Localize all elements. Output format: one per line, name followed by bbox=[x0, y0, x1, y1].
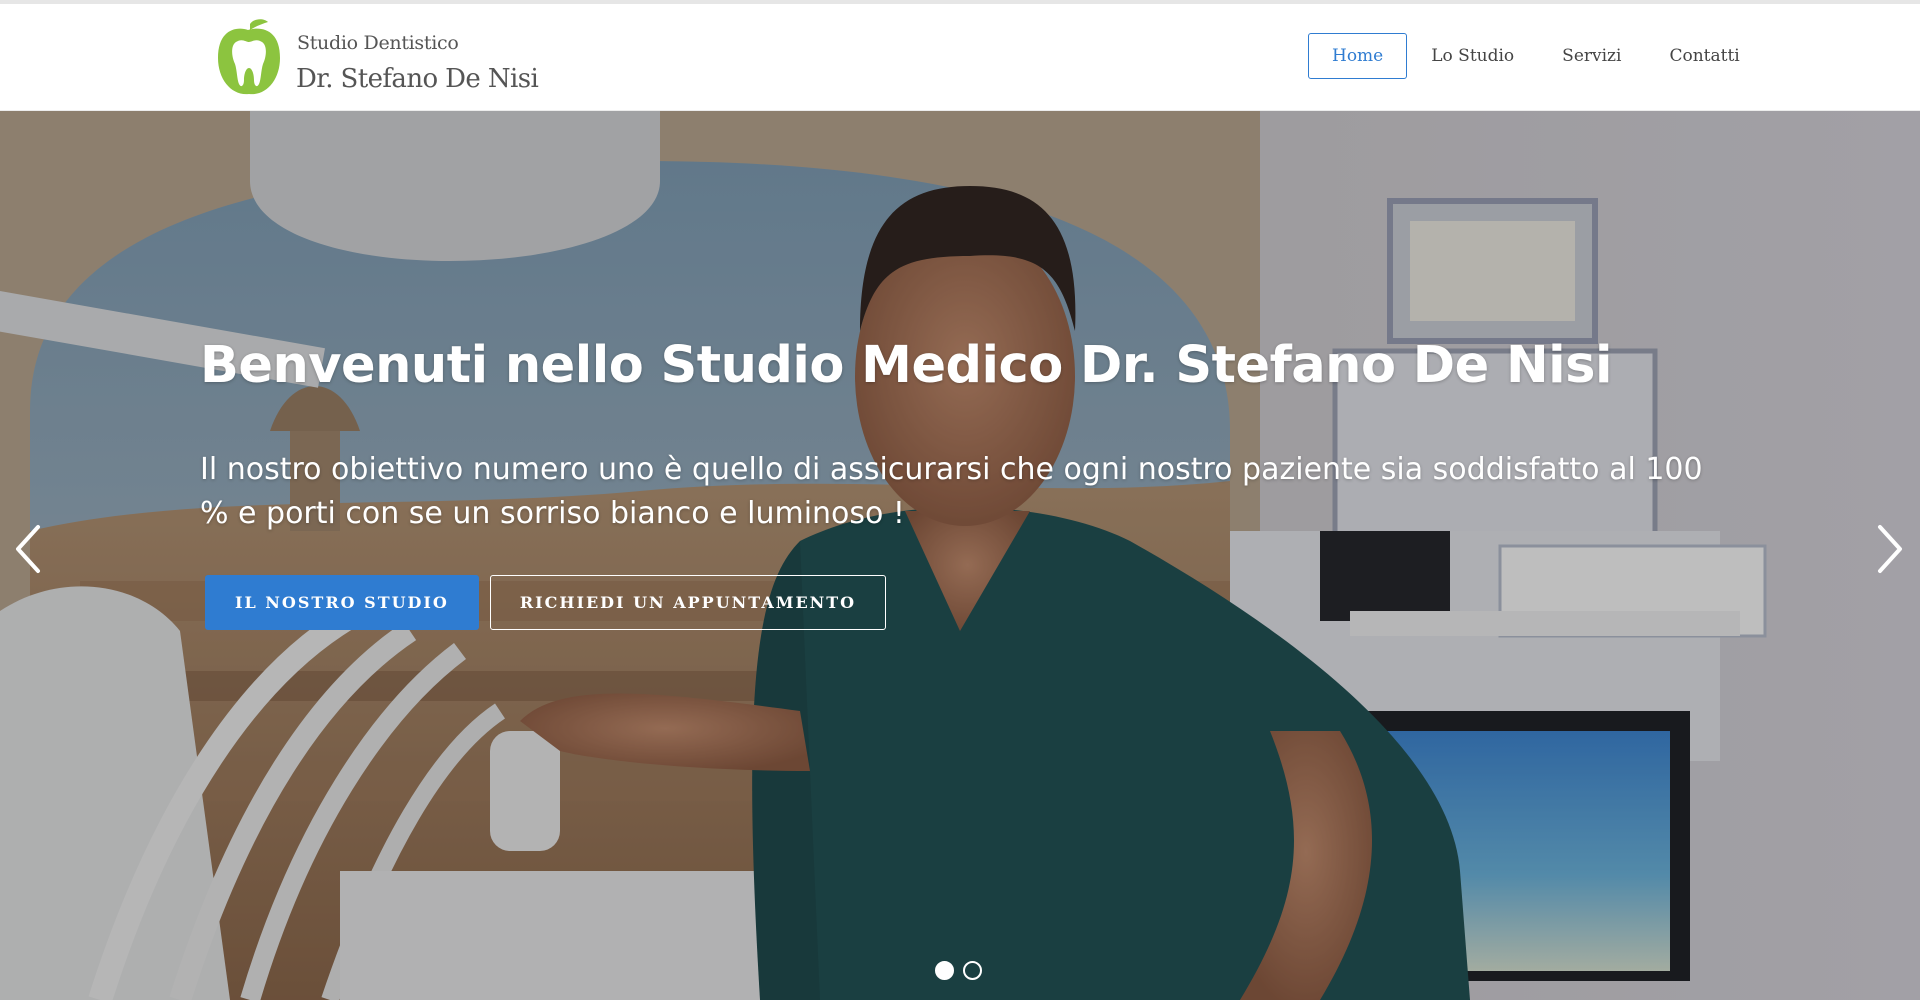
hero-title: Benvenuti nello Studio Medico Dr. Stefan… bbox=[200, 336, 1612, 395]
hero-overlay bbox=[0, 111, 1920, 1000]
slider-pagination bbox=[935, 961, 991, 980]
slide-dot-2[interactable] bbox=[963, 961, 982, 980]
hero-description: Il nostro obiettivo numero uno è quello … bbox=[200, 452, 1703, 531]
chevron-left-icon[interactable] bbox=[8, 519, 48, 579]
nostro-studio-button[interactable]: IL NOSTRO STUDIO bbox=[205, 575, 479, 630]
hero-buttons: IL NOSTRO STUDIO RICHIEDI UN APPUNTAMENT… bbox=[205, 575, 887, 630]
nav-home[interactable]: Home bbox=[1308, 33, 1408, 79]
chevron-right-icon[interactable] bbox=[1870, 519, 1910, 579]
site-logo[interactable]: Studio Dentistico Dr. Stefano De Nisi bbox=[214, 18, 554, 98]
site-header: Studio Dentistico Dr. Stefano De Nisi Ho… bbox=[0, 4, 1920, 111]
apple-tooth-icon bbox=[218, 19, 280, 95]
richiedi-appuntamento-button[interactable]: RICHIEDI UN APPUNTAMENTO bbox=[489, 575, 887, 630]
nav-servizi[interactable]: Servizi bbox=[1538, 33, 1645, 79]
hero-slider: Benvenuti nello Studio Medico Dr. Stefan… bbox=[0, 111, 1920, 1000]
logo-title: Dr. Stefano De Nisi bbox=[296, 64, 539, 94]
logo-subtitle: Studio Dentistico bbox=[297, 32, 459, 54]
nav-lo-studio[interactable]: Lo Studio bbox=[1407, 33, 1538, 79]
slide-dot-1[interactable] bbox=[935, 961, 954, 980]
main-nav: Home Lo Studio Servizi Contatti bbox=[1308, 33, 1764, 79]
nav-contatti[interactable]: Contatti bbox=[1645, 33, 1763, 79]
